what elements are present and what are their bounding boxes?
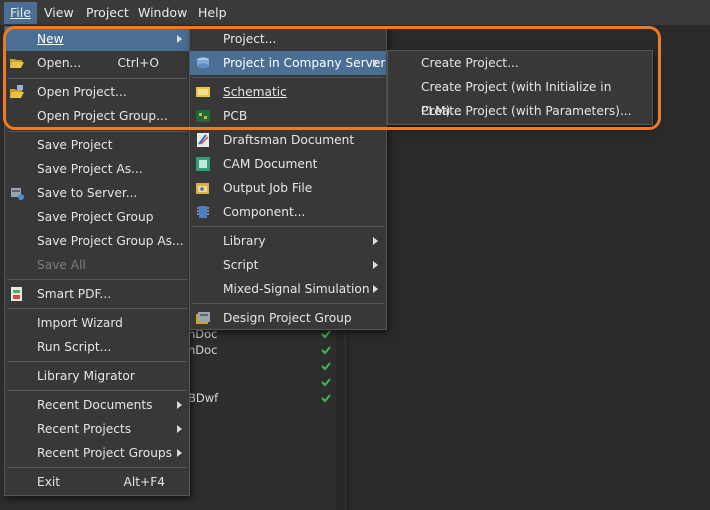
menu-view[interactable]: View bbox=[38, 2, 80, 24]
menu-separator bbox=[7, 467, 187, 468]
menu-item-run-script[interactable]: Run Script... bbox=[5, 335, 189, 359]
menu-item-draftsman[interactable]: Draftsman Document bbox=[190, 128, 386, 152]
output-job-icon bbox=[196, 183, 209, 194]
menu-separator bbox=[192, 303, 384, 304]
check-icon bbox=[321, 394, 331, 403]
menu-file[interactable]: File bbox=[4, 2, 37, 24]
document-row[interactable]: BDwf bbox=[188, 390, 218, 406]
check-icon bbox=[321, 378, 331, 387]
chevron-right-icon bbox=[373, 237, 378, 245]
chevron-right-icon bbox=[373, 261, 378, 269]
menu-item-library-migrator[interactable]: Library Migrator bbox=[5, 364, 189, 388]
chevron-right-icon bbox=[373, 285, 378, 293]
menu-separator bbox=[7, 131, 187, 132]
menu-item-save-project-group[interactable]: Save Project Group bbox=[5, 205, 189, 229]
menu-item-mixed-signal-simulation[interactable]: Mixed-Signal Simulation bbox=[190, 277, 386, 301]
menu-separator bbox=[7, 361, 187, 362]
menu-window[interactable]: Window bbox=[132, 2, 193, 24]
check-icon bbox=[321, 362, 331, 371]
menu-item-save-project-as[interactable]: Save Project As... bbox=[5, 157, 189, 181]
menu-item-recent-documents[interactable]: Recent Documents bbox=[5, 393, 189, 417]
pdf-icon bbox=[11, 287, 22, 301]
menu-item-save-project[interactable]: Save Project bbox=[5, 133, 189, 157]
menu-separator bbox=[192, 226, 384, 227]
menu-item-recent-projects[interactable]: Recent Projects bbox=[5, 417, 189, 441]
highlight-callout bbox=[3, 26, 661, 130]
menu-item-script[interactable]: Script bbox=[190, 253, 386, 277]
menu-item-smart-pdf[interactable]: Smart PDF... bbox=[5, 282, 189, 306]
component-icon bbox=[197, 206, 209, 218]
chevron-right-icon bbox=[177, 401, 182, 409]
menu-item-output-job-file[interactable]: Output Job File bbox=[190, 176, 386, 200]
draftsman-icon bbox=[197, 133, 209, 147]
menu-item-library[interactable]: Library bbox=[190, 229, 386, 253]
menu-item-save-project-group-as[interactable]: Save Project Group As... bbox=[5, 229, 189, 253]
project-group-icon bbox=[196, 312, 210, 324]
menu-bar: File View Project Window Help bbox=[0, 0, 710, 26]
menu-separator bbox=[7, 390, 187, 391]
menu-item-save-all[interactable]: Save All bbox=[5, 253, 189, 277]
menu-item-cam-document[interactable]: CAM Document bbox=[190, 152, 386, 176]
menu-item-recent-project-groups[interactable]: Recent Project Groups bbox=[5, 441, 189, 465]
menu-item-component[interactable]: Component... bbox=[190, 200, 386, 224]
menu-item-import-wizard[interactable]: Import Wizard bbox=[5, 311, 189, 335]
menu-help[interactable]: Help bbox=[192, 2, 233, 24]
check-icon bbox=[321, 346, 331, 355]
menu-item-save-to-server[interactable]: Save to Server... bbox=[5, 181, 189, 205]
chevron-right-icon bbox=[177, 425, 182, 433]
menu-separator bbox=[7, 308, 187, 309]
menu-separator bbox=[7, 279, 187, 280]
server-save-icon bbox=[11, 188, 24, 200]
menu-project[interactable]: Project bbox=[80, 2, 135, 24]
menu-item-exit[interactable]: Exit Alt+F4 bbox=[5, 470, 189, 494]
menu-item-design-project-group[interactable]: Design Project Group bbox=[190, 306, 386, 330]
document-row[interactable]: hDoc bbox=[188, 342, 218, 358]
cam-icon bbox=[196, 157, 210, 171]
chevron-right-icon bbox=[177, 449, 182, 457]
